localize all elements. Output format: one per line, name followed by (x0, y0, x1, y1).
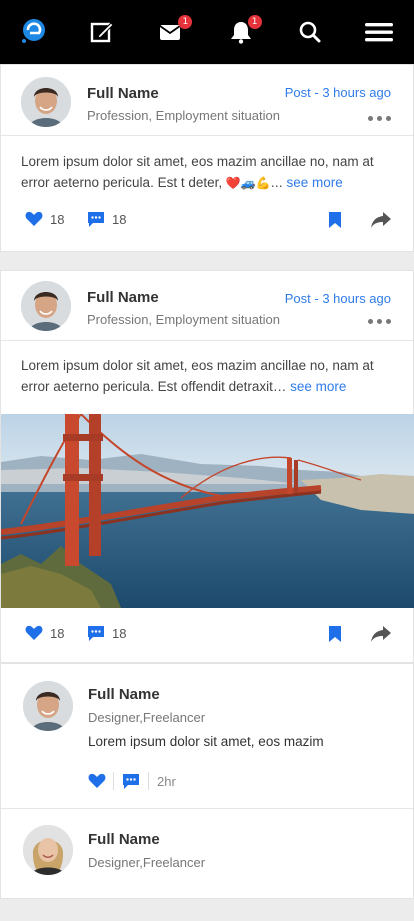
comment-item: Full Name Designer,Freelancer (1, 809, 413, 899)
edit-icon[interactable] (87, 17, 117, 47)
bookmark-icon[interactable] (328, 625, 342, 643)
comment-actions: 2hr (88, 770, 288, 792)
commenter-subtitle: Designer,Freelancer (88, 710, 206, 725)
bookmark-icon[interactable] (328, 211, 342, 229)
bell-badge: 1 (247, 15, 262, 29)
see-more-link[interactable]: see more (286, 175, 342, 190)
commenter-name[interactable]: Full Name (88, 831, 160, 848)
post-header: Full Name Profession, Employment situati… (1, 271, 413, 341)
comment-icon (88, 212, 104, 227)
app-logo-icon[interactable] (18, 17, 48, 47)
comment-count: 18 (112, 212, 127, 227)
post-emoji: ❤️🚙💪… (225, 176, 283, 190)
author-name[interactable]: Full Name (87, 85, 159, 102)
top-nav-bar: 1 1 (0, 0, 414, 64)
heart-icon[interactable] (88, 773, 106, 789)
like-count: 18 (50, 211, 65, 227)
post-card: Full Name Profession, Employment situati… (0, 270, 414, 663)
mail-badge: 1 (178, 15, 193, 29)
more-options-icon[interactable] (368, 319, 391, 324)
avatar[interactable] (21, 77, 71, 127)
share-icon[interactable] (370, 625, 392, 643)
see-more-link[interactable]: see more (290, 379, 346, 394)
mail-icon[interactable]: 1 (156, 15, 193, 47)
comment-button[interactable]: 18 (87, 625, 126, 642)
menu-icon[interactable] (364, 17, 394, 47)
post-text: Lorem ipsum dolor sit amet, eos mazim an… (21, 355, 396, 397)
post-card: Full Name Profession, Employment situati… (0, 64, 414, 252)
bell-icon[interactable]: 1 (226, 15, 262, 47)
commenter-name[interactable]: Full Name (88, 686, 160, 703)
comment-item: Full Name Designer,Freelancer Lorem ipsu… (1, 664, 413, 809)
author-subtitle: Profession, Employment situation (87, 108, 280, 123)
search-icon[interactable] (295, 17, 325, 47)
comment-text: Lorem ipsum dolor sit amet, eos mazim (88, 734, 324, 749)
heart-icon (25, 211, 43, 226)
post-header: Full Name Profession, Employment situati… (1, 65, 413, 136)
like-button[interactable]: 18 (25, 625, 64, 641)
more-options-icon[interactable] (368, 116, 391, 121)
like-count: 18 (50, 625, 65, 641)
comment-icon (88, 626, 104, 641)
post-time: Post - 3 hours ago (284, 85, 391, 100)
comment-time: 2hr (157, 774, 176, 789)
post-actions: 18 18 (1, 619, 414, 649)
divider (113, 772, 114, 790)
commenter-subtitle: Designer,Freelancer (88, 855, 206, 870)
like-button[interactable]: 18 (25, 211, 64, 227)
heart-icon (25, 625, 43, 640)
avatar[interactable] (21, 281, 71, 331)
avatar[interactable] (23, 681, 73, 731)
divider (148, 772, 149, 790)
author-name[interactable]: Full Name (87, 289, 159, 306)
avatar[interactable] (23, 825, 73, 875)
share-icon[interactable] (370, 211, 392, 229)
post-text: Lorem ipsum dolor sit amet, eos mazim an… (21, 151, 396, 194)
post-time: Post - 3 hours ago (284, 291, 391, 306)
comment-button[interactable]: 18 (87, 211, 126, 228)
comments-card: Full Name Designer,Freelancer Lorem ipsu… (0, 663, 414, 899)
author-subtitle: Profession, Employment situation (87, 312, 280, 327)
post-actions: 18 18 (1, 205, 414, 235)
comment-count: 18 (112, 626, 127, 641)
post-image[interactable] (1, 414, 414, 608)
comment-icon[interactable] (122, 773, 140, 790)
